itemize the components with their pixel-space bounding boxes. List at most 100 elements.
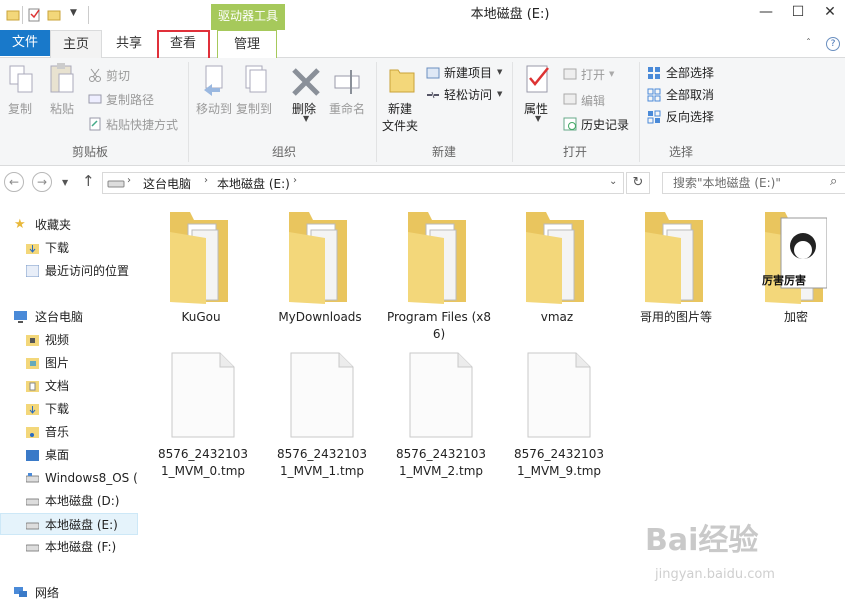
- select-none-button[interactable]: 全部取消: [666, 86, 714, 103]
- copy-path-icon: [88, 94, 102, 104]
- minimize-button[interactable]: —: [754, 2, 778, 24]
- nav-fav-downloads[interactable]: 下载: [0, 237, 138, 259]
- search-input[interactable]: 搜索"本地磁盘 (E:)": [662, 172, 845, 194]
- select-all-button[interactable]: 全部选择: [666, 64, 714, 81]
- invert-selection-button[interactable]: 反向选择: [666, 108, 714, 125]
- forward-arrow-icon: →: [36, 175, 48, 189]
- nav-label: 本地磁盘 (D:): [45, 494, 120, 508]
- rename-icon: [334, 70, 360, 94]
- crumb-separator-icon: ›: [204, 175, 208, 186]
- search-icon: ⌕: [830, 174, 838, 189]
- open-button[interactable]: 打开: [581, 66, 605, 83]
- document-icon: [290, 352, 354, 438]
- history-button[interactable]: 历史记录: [581, 116, 629, 133]
- close-icon: ✕: [824, 4, 836, 20]
- network-icon: [14, 587, 27, 597]
- nav-desktop[interactable]: 桌面: [0, 444, 138, 466]
- tab-home[interactable]: 主页: [50, 30, 102, 58]
- nav-pictures[interactable]: 图片: [0, 352, 138, 374]
- nav-drive-f[interactable]: 本地磁盘 (F:): [0, 536, 138, 558]
- easy-access-button[interactable]: 轻松访问: [444, 86, 492, 103]
- move-to-button[interactable]: 移动到: [196, 100, 232, 117]
- forward-button[interactable]: →: [32, 172, 52, 192]
- folder-icon: [645, 212, 703, 304]
- nav-documents[interactable]: 文档: [0, 375, 138, 397]
- nav-drive-d[interactable]: 本地磁盘 (D:): [0, 490, 138, 512]
- new-folder-button[interactable]: 新建: [388, 100, 412, 117]
- properties-big-icon: [526, 65, 549, 93]
- refresh-button[interactable]: ↻: [626, 172, 650, 194]
- folder-item[interactable]: Program Files (x86): [384, 208, 494, 341]
- delete-dropdown-icon[interactable]: ▼: [303, 114, 309, 123]
- breadcrumb-drive-e[interactable]: 本地磁盘 (E:): [217, 175, 290, 192]
- copy-path-button[interactable]: 复制路径: [106, 91, 154, 108]
- back-button[interactable]: ←: [4, 172, 24, 192]
- videos-folder-icon: [26, 335, 39, 346]
- drive-icon: [26, 498, 39, 506]
- folder-item[interactable]: KuGou: [146, 208, 256, 338]
- folder-item[interactable]: 厉害厉害 加密: [741, 208, 845, 338]
- nav-videos[interactable]: 视频: [0, 329, 138, 351]
- nav-drive-e[interactable]: 本地磁盘 (E:): [0, 513, 138, 535]
- window-title: 本地磁盘 (E:): [470, 7, 550, 22]
- nav-drive-c[interactable]: Windows8_OS (C: [0, 467, 138, 489]
- open-icon: [563, 68, 577, 80]
- recent-locations-dropdown-icon[interactable]: ▼: [62, 178, 68, 187]
- address-dropdown-icon[interactable]: ⌄: [609, 176, 617, 187]
- new-item-dropdown-icon[interactable]: ▼: [497, 68, 502, 76]
- properties-icon[interactable]: [27, 8, 41, 22]
- nav-favorites[interactable]: ★ 收藏夹: [0, 214, 138, 236]
- breadcrumb-this-pc[interactable]: 这台电脑: [143, 175, 191, 192]
- watermark: Bai经验: [645, 523, 759, 558]
- properties-dropdown-icon[interactable]: ▼: [535, 114, 541, 123]
- nav-music[interactable]: 音乐: [0, 421, 138, 443]
- nav-label: 网络: [35, 586, 60, 600]
- qat-dropdown-icon[interactable]: ▼: [70, 8, 77, 18]
- rename-button[interactable]: 重命名: [329, 100, 365, 117]
- file-name: vmaz: [540, 310, 574, 324]
- nav-downloads[interactable]: 下载: [0, 398, 138, 420]
- tab-manage[interactable]: 管理: [217, 30, 277, 58]
- tab-share[interactable]: 共享: [104, 30, 154, 58]
- open-dropdown-icon[interactable]: ▼: [609, 70, 614, 78]
- nav-label: 图片: [45, 356, 70, 370]
- cut-button[interactable]: 剪切: [106, 67, 130, 84]
- edit-button[interactable]: 编辑: [581, 92, 605, 109]
- crumb-separator-icon: ›: [293, 175, 297, 186]
- maximize-button[interactable]: ☐: [786, 2, 810, 24]
- nav-label: 视频: [45, 333, 70, 347]
- folder-item[interactable]: 哥用的图片等: [621, 208, 731, 338]
- new-folder-label-line2: 文件夹: [382, 119, 419, 133]
- easy-access-icon: [427, 91, 439, 99]
- nav-label: 收藏夹: [35, 218, 72, 232]
- file-item[interactable]: 8576_24321031_MVM_1.tmp: [265, 350, 375, 490]
- help-icon[interactable]: ?: [826, 37, 840, 51]
- folder-item[interactable]: MyDownloads: [265, 208, 375, 338]
- nav-network[interactable]: 网络: [0, 582, 138, 604]
- ribbon-collapse-icon[interactable]: ˆ: [806, 38, 811, 49]
- new-folder-qat-icon[interactable]: [47, 8, 61, 22]
- file-item[interactable]: 8576_24321031_MVM_0.tmp: [146, 350, 256, 490]
- new-item-button[interactable]: 新建项目: [444, 64, 492, 81]
- file-item[interactable]: 8576_24321031_MVM_9.tmp: [502, 350, 612, 490]
- file-item[interactable]: 8576_24321031_MVM_2.tmp: [384, 350, 494, 490]
- file-name: 8576_24321031_MVM_0.tmp: [158, 447, 248, 478]
- copy-button[interactable]: 复制: [8, 100, 32, 117]
- folder-item[interactable]: vmaz: [502, 208, 612, 338]
- drive-tools-context-tab: 驱动器工具: [211, 4, 285, 30]
- folder-thumbnail-text: 厉害厉害: [762, 274, 806, 287]
- paste-shortcut-button[interactable]: 粘贴快捷方式: [106, 116, 178, 133]
- nav-this-pc[interactable]: 这台电脑: [0, 306, 138, 328]
- easy-access-dropdown-icon[interactable]: ▼: [497, 90, 502, 98]
- folder-icon: [408, 212, 466, 304]
- copy-to-button[interactable]: 复制到: [236, 100, 272, 117]
- up-button[interactable]: ↑: [82, 172, 95, 190]
- back-arrow-icon: ←: [8, 175, 20, 189]
- close-button[interactable]: ✕: [818, 2, 842, 24]
- invert-selection-icon: [647, 110, 661, 124]
- address-bar[interactable]: › 这台电脑 › 本地磁盘 (E:) › ⌄: [102, 172, 624, 194]
- tab-file[interactable]: 文件: [0, 30, 50, 56]
- file-name: MyDownloads: [278, 310, 362, 324]
- nav-fav-recent[interactable]: 最近访问的位置: [0, 260, 138, 282]
- paste-button[interactable]: 粘贴: [50, 100, 74, 117]
